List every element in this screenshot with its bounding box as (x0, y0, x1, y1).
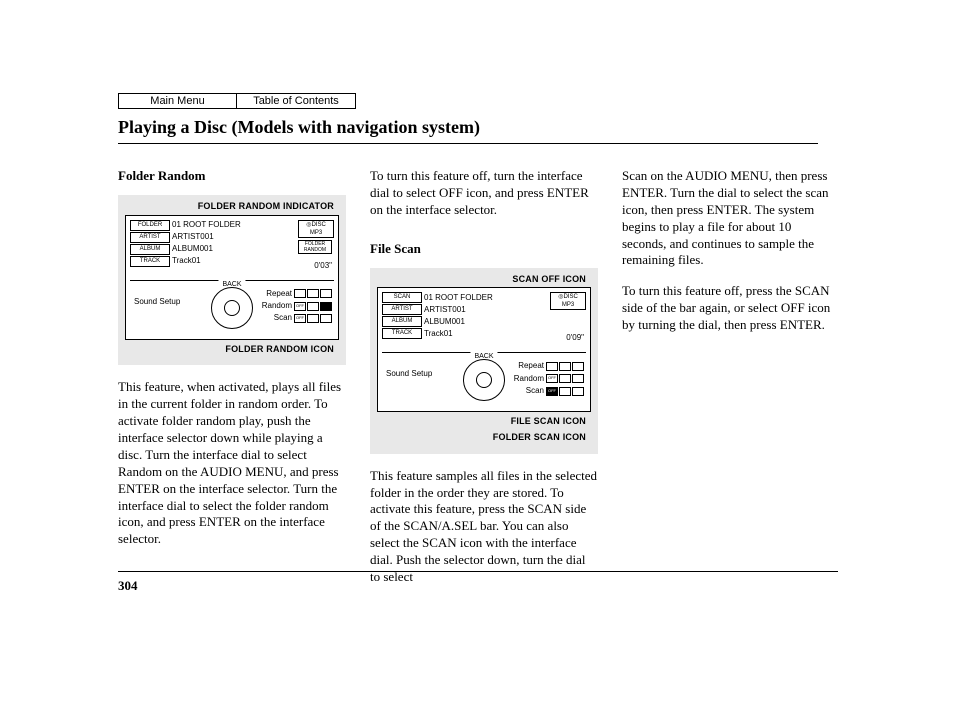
table-of-contents-button[interactable]: Table of Contents (237, 93, 356, 109)
disc-indicator: ◎DISCMP3 (298, 220, 334, 238)
album-label-2: ALBUM (382, 316, 422, 327)
file-scan-illustration: SCAN OFF ICON SCAN01 ROOT FOLDER ARTISTA… (370, 268, 598, 454)
scan-row-2: ScanOFF (514, 386, 584, 396)
folder-random-description: This feature, when activated, plays all … (118, 379, 346, 548)
artist-value: ARTIST001 (172, 232, 214, 242)
elapsed-time-2: 0'09" (566, 333, 584, 343)
track-label-2: TRACK (382, 328, 422, 339)
interface-dial-icon (211, 287, 253, 329)
scan-icon-2 (320, 314, 332, 323)
folder-random-indicator-icon: FOLDERRANDOM (298, 240, 332, 254)
track-value: Track01 (172, 256, 201, 266)
page-title: Playing a Disc (Models with navigation s… (118, 117, 818, 144)
artist-label-2: ARTIST (382, 304, 422, 315)
file-scan-description: This feature samples all files in the se… (370, 468, 598, 586)
repeat-icon-2b (559, 362, 571, 371)
repeat-icon-1b (546, 362, 558, 371)
repeat-row: Repeat (262, 289, 332, 299)
random-icon-1b (559, 374, 571, 383)
folder-scan-icon (572, 387, 584, 396)
track-value-2: Track01 (424, 329, 453, 339)
menu-items: Repeat RandomOFF ScanOFF (262, 289, 332, 326)
random-icon-1 (307, 302, 319, 311)
folder-random-heading: Folder Random (118, 168, 346, 185)
folder-value: 01 ROOT FOLDER (172, 220, 241, 230)
random-icon-2b (572, 374, 584, 383)
footer-rule (118, 571, 838, 572)
file-scan-continued: Scan on the AUDIO MENU, then press ENTER… (622, 168, 838, 269)
album-value: ALBUM001 (172, 244, 213, 254)
column-2: To turn this feature off, turn the inter… (370, 168, 598, 600)
file-scan-icon (559, 387, 571, 396)
column-3: Scan on the AUDIO MENU, then press ENTER… (622, 168, 838, 600)
sound-setup-label: Sound Setup (134, 297, 180, 307)
track-label: TRACK (130, 256, 170, 267)
repeat-icon-2 (307, 289, 319, 298)
main-menu-button[interactable]: Main Menu (118, 93, 237, 109)
disc-indicator-2: ◎DISCMP3 (550, 292, 586, 310)
page-number: 304 (118, 578, 138, 594)
folder-random-icon (320, 302, 332, 311)
scan-off-icon-label: SCAN OFF ICON (376, 274, 586, 286)
album-value-2: ALBUM001 (424, 317, 465, 327)
menu-area: BACK Sound Setup Repeat RandomOFF ScanOF… (130, 280, 334, 333)
scan-icon-1 (307, 314, 319, 323)
album-label: ALBUM (130, 244, 170, 255)
file-scan-off-description: To turn this feature off, press the SCAN… (622, 283, 838, 334)
sound-setup-label-2: Sound Setup (386, 369, 432, 379)
artist-value-2: ARTIST001 (424, 305, 466, 315)
repeat-icon-1 (294, 289, 306, 298)
folder-random-off-description: To turn this feature off, turn the inter… (370, 168, 598, 219)
file-scan-icon-label: FILE SCAN ICON (376, 416, 586, 428)
folder-random-icon-label: FOLDER RANDOM ICON (124, 344, 334, 356)
menu-items-2: Repeat RandomOFF ScanOFF (514, 361, 584, 398)
random-off-icon: OFF (294, 302, 306, 311)
nav-buttons: Main Menu Table of Contents (118, 93, 356, 109)
random-row: RandomOFF (262, 301, 332, 311)
folder-random-illustration: FOLDER RANDOM INDICATOR FOLDER01 ROOT FO… (118, 195, 346, 365)
folder-label: FOLDER (130, 220, 170, 231)
scan-label: SCAN (382, 292, 422, 303)
repeat-icon-3 (320, 289, 332, 298)
repeat-icon-3b (572, 362, 584, 371)
scan-off-icon: OFF (294, 314, 306, 323)
scan-off-icon-hl: OFF (546, 387, 558, 396)
artist-label: ARTIST (130, 232, 170, 243)
menu-area-2: BACK Sound Setup Repeat RandomOFF ScanOF… (382, 352, 586, 405)
elapsed-time: 0'03" (314, 261, 332, 271)
screen-file-scan: SCAN01 ROOT FOLDER ARTISTARTIST001 ALBUM… (377, 287, 591, 412)
scan-row: ScanOFF (262, 313, 332, 323)
column-1: Folder Random FOLDER RANDOM INDICATOR FO… (118, 168, 346, 600)
folder-random-indicator-label: FOLDER RANDOM INDICATOR (124, 201, 334, 213)
folder-scan-icon-label: FOLDER SCAN ICON (376, 432, 586, 444)
random-off-icon-2: OFF (546, 374, 558, 383)
content-columns: Folder Random FOLDER RANDOM INDICATOR FO… (118, 168, 838, 600)
file-scan-heading: File Scan (370, 241, 598, 258)
interface-dial-icon-2 (463, 359, 505, 401)
repeat-row-2: Repeat (514, 361, 584, 371)
folder-value-2: 01 ROOT FOLDER (424, 293, 493, 303)
manual-page: Main Menu Table of Contents Playing a Di… (0, 0, 954, 710)
screen-folder-random: FOLDER01 ROOT FOLDER ARTISTARTIST001 ALB… (125, 215, 339, 340)
random-row-2: RandomOFF (514, 374, 584, 384)
